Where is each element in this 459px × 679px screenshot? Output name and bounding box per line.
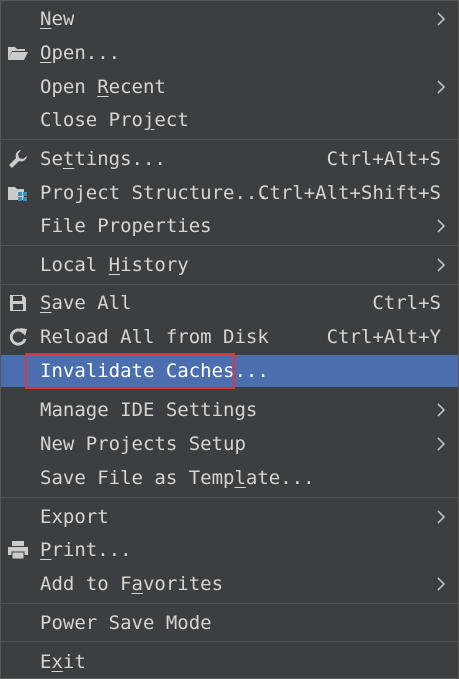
shortcut-label: Ctrl+Alt+S	[326, 148, 441, 170]
menu-item-label: Add to Favorites	[40, 573, 224, 595]
menu-item-reload-all-from-disk[interactable]: Reload All from Disk Ctrl+Alt+Y	[1, 321, 458, 353]
menu-item-file-properties[interactable]: File Properties	[1, 210, 458, 242]
menu-item-local-history[interactable]: Local History	[1, 249, 458, 281]
menu-item-save-all[interactable]: Save All Ctrl+S	[1, 287, 458, 319]
menu-item-power-save-mode[interactable]: Power Save Mode	[1, 607, 458, 639]
save-icon	[7, 293, 29, 313]
menu-item-label: Power Save Mode	[40, 612, 212, 634]
shortcut-label: Ctrl+S	[372, 292, 441, 314]
chevron-right-icon	[437, 12, 446, 26]
chevron-right-icon	[437, 577, 446, 591]
menu-item-settings[interactable]: Settings... Ctrl+Alt+S	[1, 143, 458, 175]
menu-item-open[interactable]: Open...	[1, 37, 458, 69]
shortcut-label: Ctrl+Alt+Y	[326, 326, 441, 348]
menu-separator	[1, 139, 458, 140]
reload-icon	[7, 327, 29, 347]
project-structure-icon	[7, 183, 29, 203]
chevron-right-icon	[437, 403, 446, 417]
menu-item-label: Save File as Template...	[40, 467, 315, 489]
menu-item-save-file-as-template[interactable]: Save File as Template...	[1, 462, 458, 494]
menu-item-label: New Projects Setup	[40, 433, 246, 455]
menu-item-new[interactable]: New	[1, 3, 458, 35]
chevron-right-icon	[437, 80, 446, 94]
menu-item-export[interactable]: Export	[1, 501, 458, 533]
menu-item-label: Reload All from Disk	[40, 326, 269, 348]
menu-separator	[1, 641, 458, 642]
menu-item-project-structure[interactable]: Project Structure... Ctrl+Alt+Shift+S	[1, 177, 458, 209]
shortcut-label: Ctrl+Alt+Shift+S	[257, 182, 441, 204]
menu-item-label: File Properties	[40, 215, 212, 237]
menu-item-exit[interactable]: Exit	[1, 646, 458, 678]
menu-item-label: Local History	[40, 254, 189, 276]
chevron-right-icon	[437, 258, 446, 272]
menu-item-label: Manage IDE Settings	[40, 399, 258, 421]
chevron-right-icon	[437, 510, 446, 524]
menu-item-label: Invalidate Caches...	[40, 360, 269, 382]
wrench-icon	[7, 149, 29, 169]
chevron-right-icon	[437, 437, 446, 451]
menu-item-label: Export	[40, 506, 109, 528]
chevron-right-icon	[437, 219, 446, 233]
file-menu: New Open... Open Recent Close Project Se…	[0, 0, 459, 679]
menu-item-invalidate-caches[interactable]: Invalidate Caches...	[1, 355, 458, 387]
menu-item-label: Project Structure...	[40, 182, 269, 204]
menu-separator	[1, 603, 458, 604]
menu-item-label: Close Project	[40, 109, 189, 131]
menu-item-label: New	[40, 8, 75, 30]
menu-item-close-project[interactable]: Close Project	[1, 104, 458, 136]
menu-separator	[1, 245, 458, 246]
menu-item-label: Print...	[40, 539, 132, 561]
menu-separator	[1, 497, 458, 498]
menu-item-label: Save All	[40, 292, 132, 314]
menu-item-print[interactable]: Print...	[1, 534, 458, 566]
menu-item-new-projects-setup[interactable]: New Projects Setup	[1, 428, 458, 460]
menu-separator	[1, 284, 458, 285]
printer-icon	[7, 540, 29, 560]
folder-open-icon	[7, 43, 29, 63]
menu-item-label: Open Recent	[40, 76, 166, 98]
menu-item-add-to-favorites[interactable]: Add to Favorites	[1, 568, 458, 600]
menu-item-open-recent[interactable]: Open Recent	[1, 71, 458, 103]
menu-item-manage-ide-settings[interactable]: Manage IDE Settings	[1, 394, 458, 426]
menu-item-label: Settings...	[40, 148, 166, 170]
menu-item-label: Open...	[40, 42, 121, 64]
menu-item-label: Exit	[40, 651, 86, 673]
